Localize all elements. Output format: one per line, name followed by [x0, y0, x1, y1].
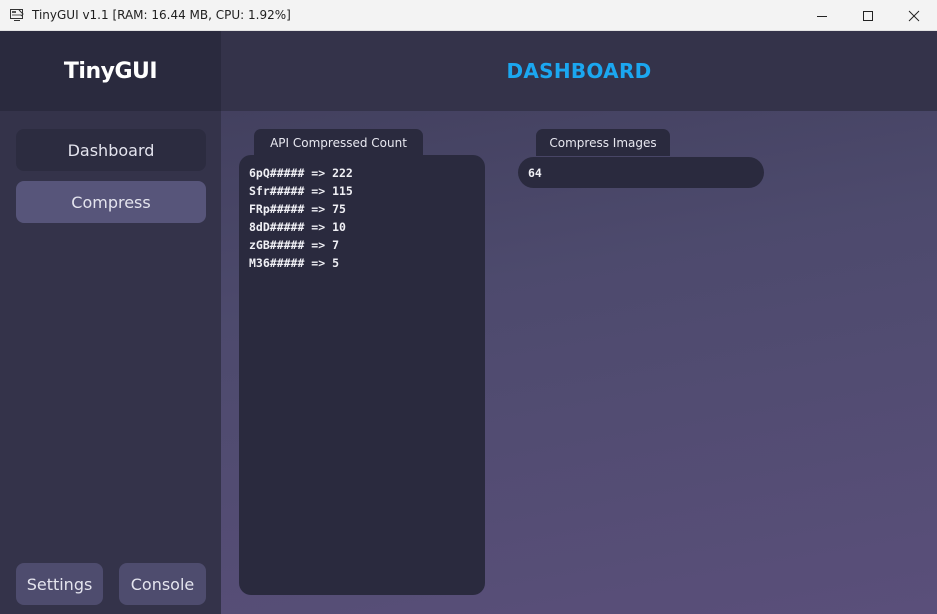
list-item: Sfr##### => 115 [249, 184, 353, 198]
maximize-icon [863, 10, 873, 21]
window-controls [799, 0, 937, 31]
list-item: M36##### => 5 [249, 256, 340, 270]
app-logo: TinyGUI [0, 31, 221, 111]
app-window-icon [9, 7, 25, 23]
list-item: FRp##### => 75 [249, 202, 346, 216]
maximize-button[interactable] [845, 0, 891, 31]
api-count-label: API Compressed Count [270, 135, 407, 150]
sidebar-item-dashboard[interactable]: Dashboard [16, 129, 206, 171]
minimize-button[interactable] [799, 0, 845, 31]
close-button[interactable] [891, 0, 937, 31]
window-titlebar[interactable]: TinyGUI v1.1 [RAM: 16.44 MB, CPU: 1.92%] [0, 0, 937, 31]
sidebar-item-label: Compress [71, 192, 151, 212]
compress-images-value-box: 64 [518, 157, 764, 188]
console-button[interactable]: Console [119, 563, 206, 605]
list-item: 6pQ##### => 222 [249, 166, 353, 180]
sidebar-item-label: Dashboard [67, 140, 155, 160]
page-header: DASHBOARD [221, 31, 937, 111]
sidebar-item-compress[interactable]: Compress [16, 181, 206, 223]
minimize-icon [817, 15, 827, 17]
compress-images-tab: Compress Images [536, 129, 670, 156]
list-item: 8dD##### => 10 [249, 220, 346, 234]
page-title: DASHBOARD [506, 59, 652, 83]
close-icon [908, 10, 920, 21]
settings-button[interactable]: Settings [16, 563, 103, 605]
api-count-tab: API Compressed Count [254, 129, 423, 156]
api-count-panel[interactable]: 6pQ##### => 222 Sfr##### => 115 FRp#####… [239, 155, 485, 595]
window-title: TinyGUI v1.1 [RAM: 16.44 MB, CPU: 1.92%] [32, 8, 291, 22]
sidebar: TinyGUI Dashboard Compress Settings Cons… [0, 31, 221, 614]
compress-images-value: 64 [528, 165, 542, 180]
compress-images-label: Compress Images [549, 135, 657, 150]
console-button-label: Console [130, 574, 195, 594]
list-item: zGB##### => 7 [249, 238, 340, 252]
settings-button-label: Settings [26, 574, 93, 594]
